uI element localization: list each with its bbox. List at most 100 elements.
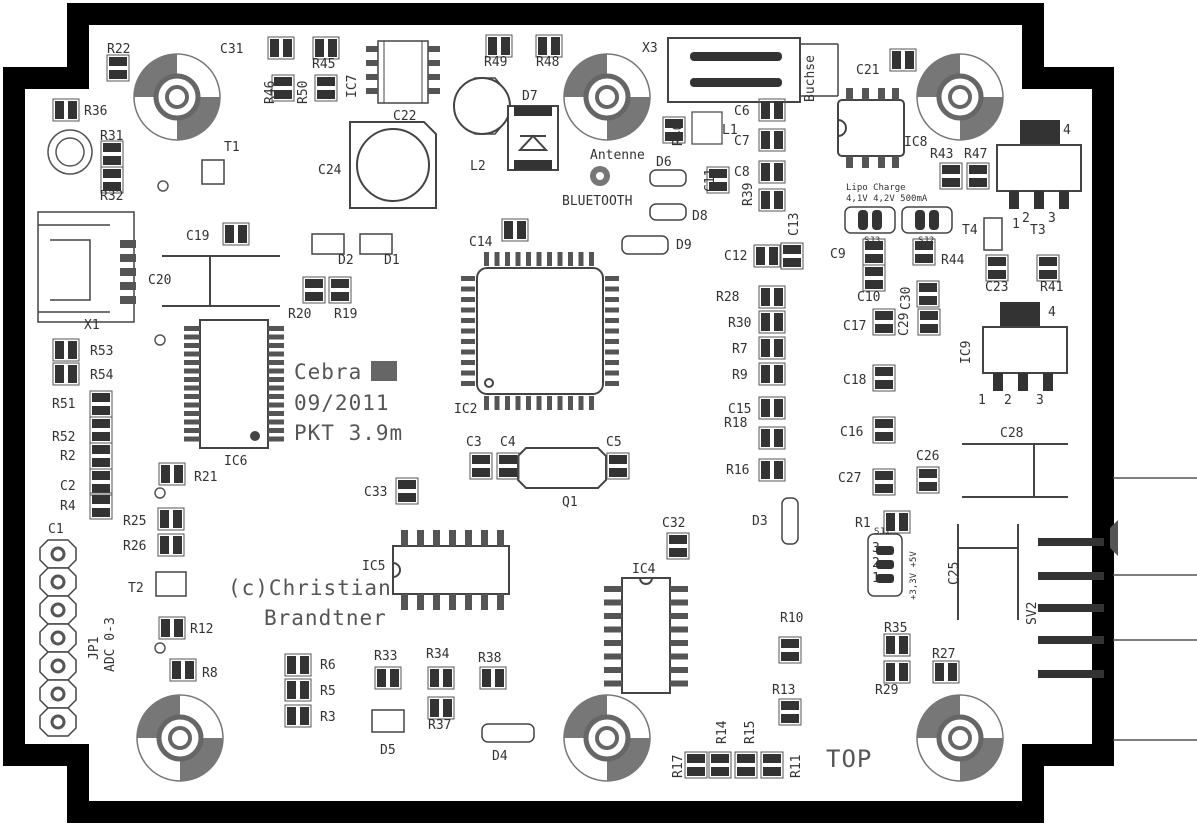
r15-label: R15 [743, 721, 758, 744]
ic8-chip [837, 88, 905, 168]
r4-label: R4 [60, 499, 76, 514]
lipo-label: Lipo Charge [846, 183, 906, 193]
r26-label: R26 [123, 539, 146, 554]
external-wires [1113, 477, 1197, 741]
side-label: TOP [826, 745, 872, 773]
author-line-2: Brandtner [264, 606, 387, 630]
x3-label: X3 [642, 41, 658, 56]
sj3-label: SJ3 [864, 236, 880, 246]
ic6-chip [184, 319, 284, 449]
buchse-label: Buchse [803, 55, 818, 102]
c16-label: C16 [840, 425, 863, 440]
r27-label: R27 [932, 647, 955, 662]
d5-label: D5 [380, 743, 396, 758]
r36-label: R36 [84, 104, 107, 119]
pin-number-label: 1 [1012, 217, 1020, 232]
author-line-1: (c)Christian [228, 576, 392, 600]
d3-label: D3 [752, 514, 768, 529]
pin-number-label: 3 [1048, 211, 1056, 226]
bluetooth-label: BLUETOOTH [562, 194, 632, 209]
sj2-label: SJ2 [918, 236, 934, 246]
c22-label: C22 [393, 109, 416, 124]
d2-component [311, 233, 345, 255]
q1-label: Q1 [562, 495, 578, 510]
c5-label: C5 [606, 435, 622, 450]
d1-component [359, 233, 393, 255]
c17-label: C17 [843, 319, 866, 334]
ic8-label: IC8 [904, 135, 927, 150]
r53-label: R53 [90, 344, 113, 359]
pin-number-label: 2 [1004, 393, 1012, 408]
pin-number-label: 4 [1063, 123, 1071, 138]
d7-label: D7 [522, 89, 538, 104]
t1-component [201, 159, 225, 185]
r25-label: R25 [123, 514, 146, 529]
pin-number-label: 4 [1048, 305, 1056, 320]
d3-component [781, 497, 799, 545]
q1-crystal [517, 447, 607, 489]
d4-label: D4 [492, 749, 508, 764]
d7-diode [507, 105, 559, 171]
cebra-logo [371, 361, 397, 381]
r52-label: R52 [52, 430, 75, 445]
c21-label: C21 [856, 63, 879, 78]
d1-label: D1 [384, 253, 400, 268]
t4-component [983, 217, 1003, 251]
sv2-label: SV2 [1025, 602, 1040, 625]
t1-label: T1 [224, 140, 240, 155]
r38-label: R38 [478, 651, 501, 666]
c24-capacitor [349, 121, 437, 209]
l2-label: L2 [470, 159, 486, 174]
pin-number-label: 3 [1036, 393, 1044, 408]
c10-label: C10 [857, 290, 880, 305]
c2-label: C2 [60, 479, 76, 494]
r48-label: R48 [536, 55, 559, 70]
r30-label: R30 [728, 316, 751, 331]
pin-number-label: 2 [1022, 211, 1030, 226]
c29-label: C29 [897, 313, 912, 336]
r3-label: R3 [320, 710, 336, 725]
c24-label: C24 [318, 163, 342, 178]
r7-label: R7 [732, 342, 748, 357]
mount-hole-bottom-left [137, 695, 223, 781]
l1-label: L1 [722, 123, 738, 138]
r21-label: R21 [194, 470, 217, 485]
r22-label: R22 [107, 42, 130, 57]
c18-label: C18 [843, 373, 866, 388]
d5-component [371, 709, 405, 733]
c33-label: C33 [364, 485, 387, 500]
pin-number-label: 3 [872, 541, 880, 556]
pin-number-label: 1 [978, 393, 986, 408]
t4-label: T4 [962, 223, 978, 238]
r47-label: R47 [964, 147, 987, 162]
r8-label: R8 [202, 666, 218, 681]
r9-label: R9 [732, 368, 748, 383]
r49-label: R49 [484, 55, 507, 70]
c15-label: C15 [728, 402, 751, 417]
mount-hole-bottom-center [564, 695, 650, 781]
mount-hole-top-left [134, 54, 220, 140]
c25-label: C25 [947, 562, 962, 585]
c31-label: C31 [220, 42, 243, 57]
d6-label: D6 [656, 155, 672, 170]
r18-label: R18 [724, 416, 747, 431]
c26-label: C26 [916, 449, 939, 464]
d2-label: D2 [338, 253, 354, 268]
r29-label: R29 [875, 683, 898, 698]
c12-label: C12 [724, 249, 747, 264]
d4-component [481, 723, 535, 743]
voltage-label: +3,3V +5V [909, 551, 919, 600]
r43-label: R43 [930, 147, 953, 162]
ic4-label: IC4 [632, 562, 656, 577]
title-line-1: Cebra [294, 360, 362, 384]
c8-label: C8 [734, 165, 750, 180]
c20-label: C20 [148, 273, 171, 288]
c1-label: C1 [48, 522, 64, 537]
c32-label: C32 [662, 516, 685, 531]
l2-inductor [453, 77, 511, 135]
r46-label: R46 [263, 81, 278, 104]
r14-label: R14 [715, 720, 730, 744]
jp1-label: JP1 [87, 637, 102, 660]
ic2-chip [461, 252, 619, 410]
c14-label: C14 [469, 235, 493, 250]
